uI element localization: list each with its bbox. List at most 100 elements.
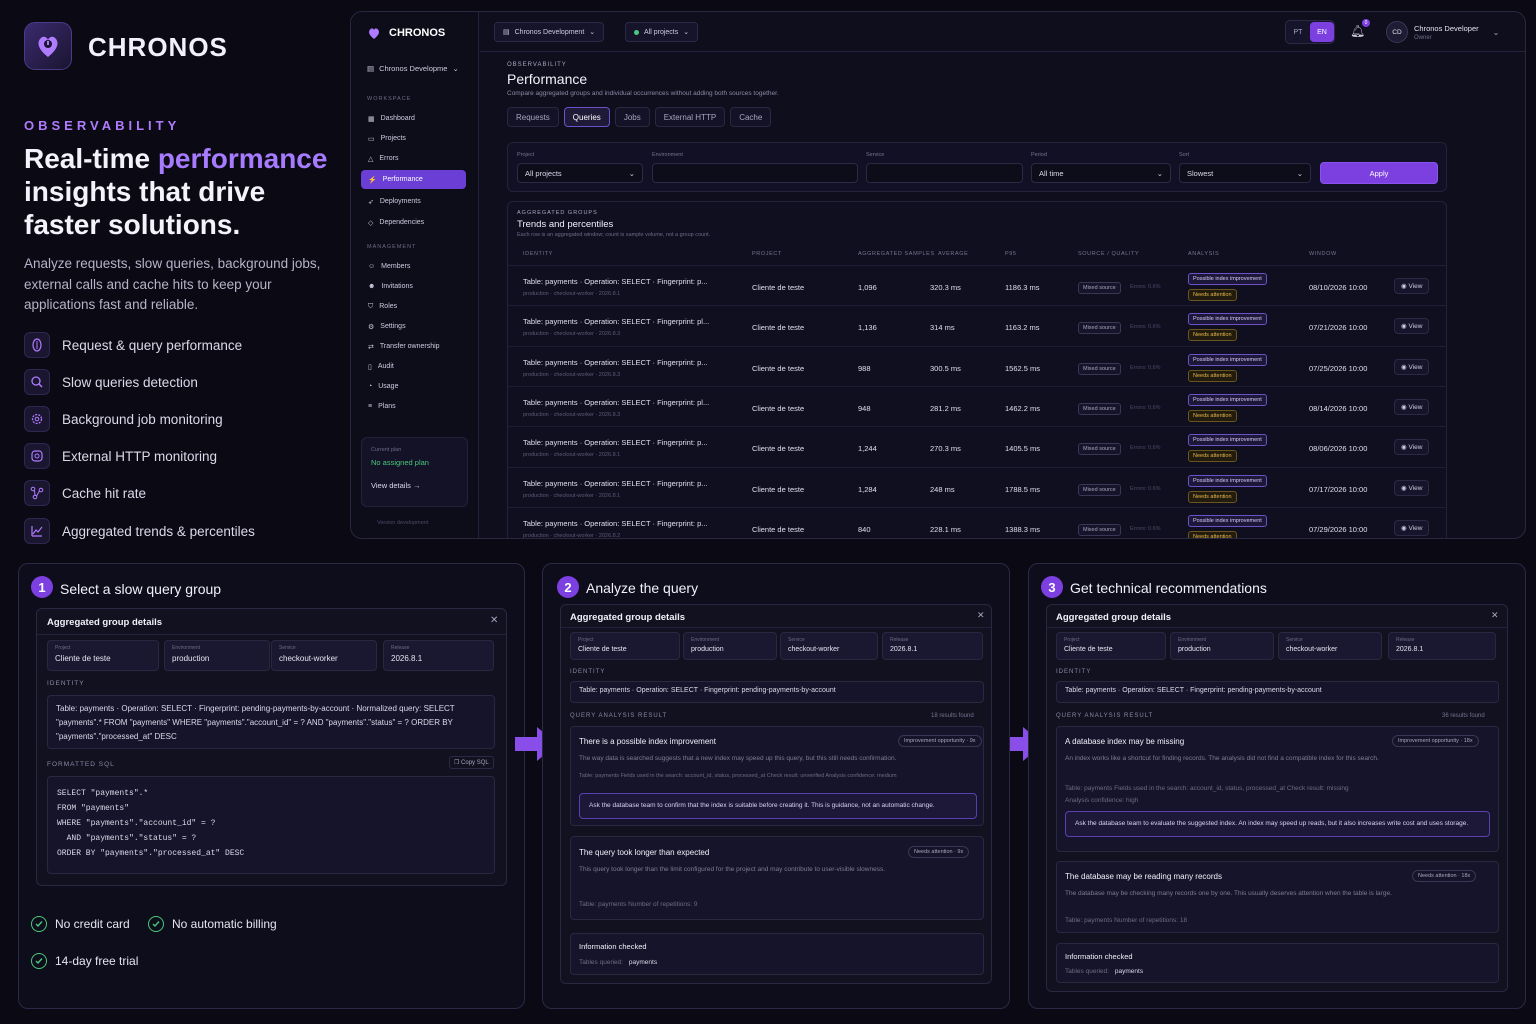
table-subtitle: Each row is an aggregated window; count … xyxy=(517,232,711,238)
view-button[interactable]: ◉ View xyxy=(1394,318,1430,335)
nodes-icon xyxy=(24,480,50,506)
filter-label: Project xyxy=(517,152,535,158)
tab-external-http[interactable]: External HTTP xyxy=(654,107,726,127)
chevron-down-icon: ⌄ xyxy=(1296,168,1303,178)
users-icon: ☺ xyxy=(368,263,376,270)
table-row[interactable]: Table: payments · Operation: SELECT · Fi… xyxy=(508,345,1446,386)
view-button[interactable]: ◉ View xyxy=(1394,398,1430,415)
sidebar-item-projects[interactable]: ▭ Projects xyxy=(361,129,466,148)
table-row[interactable]: Table: payments · Operation: SELECT · Fi… xyxy=(508,466,1446,507)
view-button[interactable]: ◉ View xyxy=(1394,519,1430,536)
section-label: WORKSPACE xyxy=(367,96,412,102)
sidebar-item-audit[interactable]: ▯ Audit xyxy=(361,357,466,376)
sidebar-item-dependencies[interactable]: ◇ Dependencies xyxy=(361,213,466,232)
view-button[interactable]: ◉ View xyxy=(1394,479,1430,496)
index-improvement-tag: Possible index improvement xyxy=(1188,393,1267,406)
sidebar-item-roles[interactable]: ⛉ Roles xyxy=(361,297,466,316)
identity-label: IDENTITY xyxy=(570,669,606,675)
tab-queries[interactable]: Queries xyxy=(563,107,610,127)
globe-icon xyxy=(24,443,50,469)
view-plan-link[interactable]: View details → xyxy=(371,481,458,490)
table-row[interactable]: Table: payments · Operation: SELECT · Fi… xyxy=(508,265,1446,305)
tab-requests[interactable]: Requests xyxy=(507,107,559,127)
service-field[interactable] xyxy=(866,163,1023,183)
lang-pt-button[interactable]: PT xyxy=(1286,29,1310,36)
details-panel: Aggregated group details ✕ Project Client… xyxy=(560,604,992,984)
bolt-icon: ⚡ xyxy=(368,176,377,184)
feature-item: Aggregated trends & percentiles xyxy=(24,518,255,544)
close-icon[interactable]: ✕ xyxy=(977,610,985,621)
pie-icon: ◔ xyxy=(368,383,373,390)
kv-project: Project Cliente de teste xyxy=(570,632,680,660)
view-button[interactable]: ◉ View xyxy=(1394,278,1430,294)
user-plus-icon: ☻ xyxy=(368,283,376,290)
kv-service: Service checkout-worker xyxy=(271,640,377,671)
gear-icon xyxy=(24,406,50,432)
sidebar-item-errors[interactable]: △ Errors xyxy=(361,149,466,168)
result-description: An index works like a shortcut for findi… xyxy=(1065,755,1379,762)
row-p95: 1163.2 ms xyxy=(1005,323,1040,333)
sidebar-item-settings[interactable]: ⚙ Settings xyxy=(361,317,466,336)
sidebar-item-usage[interactable]: ◔ Usage xyxy=(361,377,466,396)
row-p95: 1388.3 ms xyxy=(1005,524,1041,534)
sidebar-item-performance[interactable]: ⚡ Performance xyxy=(361,170,466,189)
result-badge: Needs attention · 9x xyxy=(908,846,970,858)
table-row[interactable]: Table: payments · Operation: SELECT · Fi… xyxy=(508,506,1446,538)
environment-field[interactable] xyxy=(652,163,858,183)
table-row[interactable]: Table: payments · Operation: SELECT · Fi… xyxy=(508,305,1446,345)
needs-attention-tag: Needs attention xyxy=(1188,409,1237,422)
sidebar-item-dashboard[interactable]: ▦ Dashboard xyxy=(361,109,466,128)
sidebar-item-plans[interactable]: ≡ Plans xyxy=(361,397,466,416)
notification-badge: 0 xyxy=(1362,19,1370,27)
projects-selector[interactable]: All projects ⌄ xyxy=(625,22,699,42)
close-icon[interactable]: ✕ xyxy=(490,615,498,626)
row-average: 320.3 ms xyxy=(930,283,961,292)
period-select[interactable]: All time ⌄ xyxy=(1031,163,1171,183)
result-title: The database may be reading many records xyxy=(1065,872,1222,881)
lang-en-button[interactable]: EN xyxy=(1310,22,1334,42)
project-select[interactable]: All projects ⌄ xyxy=(517,163,643,183)
step-number: 2 xyxy=(557,576,579,598)
result-badge: Improvement opportunity · 18x xyxy=(1392,735,1479,747)
feature-item: Cache hit rate xyxy=(24,480,146,506)
row-meta: production · checkout-worker · 2026.8.1 xyxy=(523,452,621,459)
sidebar-item-invitations[interactable]: ☻ Invitations xyxy=(361,277,466,296)
row-project: Cliente de teste xyxy=(752,444,805,454)
check-icon xyxy=(31,916,47,932)
column-header: AGGREGATED SAMPLES xyxy=(858,251,935,257)
result-badge: Needs attention · 18x xyxy=(1412,870,1477,882)
view-button[interactable]: ◉ View xyxy=(1394,439,1430,456)
chevron-down-icon: ⌄ xyxy=(452,64,459,73)
result-title: A database index may be missing xyxy=(1065,737,1185,746)
source-badge: Mixed source xyxy=(1078,523,1121,536)
chevron-down-icon: ⌄ xyxy=(1492,27,1500,37)
row-average: 281.2 ms xyxy=(930,403,961,413)
result-card[interactable]: The query took longer than expected Need… xyxy=(570,836,984,920)
identity-label: IDENTITY xyxy=(1056,669,1092,675)
sidebar-item-deployments[interactable]: ➶ Deployments xyxy=(361,192,466,211)
divider xyxy=(37,634,506,635)
result-card[interactable]: The database may be reading many records… xyxy=(1056,861,1499,933)
column-header: P95 xyxy=(1005,251,1017,257)
workspace-selector[interactable]: ▤ Chronos Developme ⌄ xyxy=(367,64,459,73)
copy-sql-button[interactable]: ❐ Copy SQL xyxy=(449,756,494,769)
table-row[interactable]: Table: payments · Operation: SELECT · Fi… xyxy=(508,385,1446,426)
view-button[interactable]: ◉ View xyxy=(1394,358,1430,375)
sidebar-item-members[interactable]: ☺ Members xyxy=(361,257,466,276)
close-icon[interactable]: ✕ xyxy=(1491,610,1499,621)
tab-cache[interactable]: Cache xyxy=(730,107,772,127)
needs-attention-tag: Needs attention xyxy=(1188,329,1237,342)
result-card[interactable]: There is a possible index improvement Im… xyxy=(570,726,984,826)
sort-select[interactable]: Slowest ⌄ xyxy=(1179,163,1311,183)
sidebar-item-transfer-ownership[interactable]: ⇄ Transfer ownership xyxy=(361,337,466,356)
result-description: The database may be checking many record… xyxy=(1065,890,1392,897)
org-selector[interactable]: ▤ Chronos Development ⌄ xyxy=(494,22,605,42)
headline-highlight: performance xyxy=(157,143,328,174)
user-menu[interactable]: CD Chronos Developer Owner ⌄ xyxy=(1386,20,1516,44)
apply-button[interactable]: Apply xyxy=(1320,162,1438,184)
table-row[interactable]: Table: payments · Operation: SELECT · Fi… xyxy=(508,426,1446,466)
needs-attention-tag: Needs attention xyxy=(1188,490,1237,503)
result-card[interactable]: A database index may be missing Improvem… xyxy=(1056,726,1499,852)
tab-jobs[interactable]: Jobs xyxy=(614,107,650,127)
column-header: SOURCE / QUALITY xyxy=(1078,251,1140,257)
